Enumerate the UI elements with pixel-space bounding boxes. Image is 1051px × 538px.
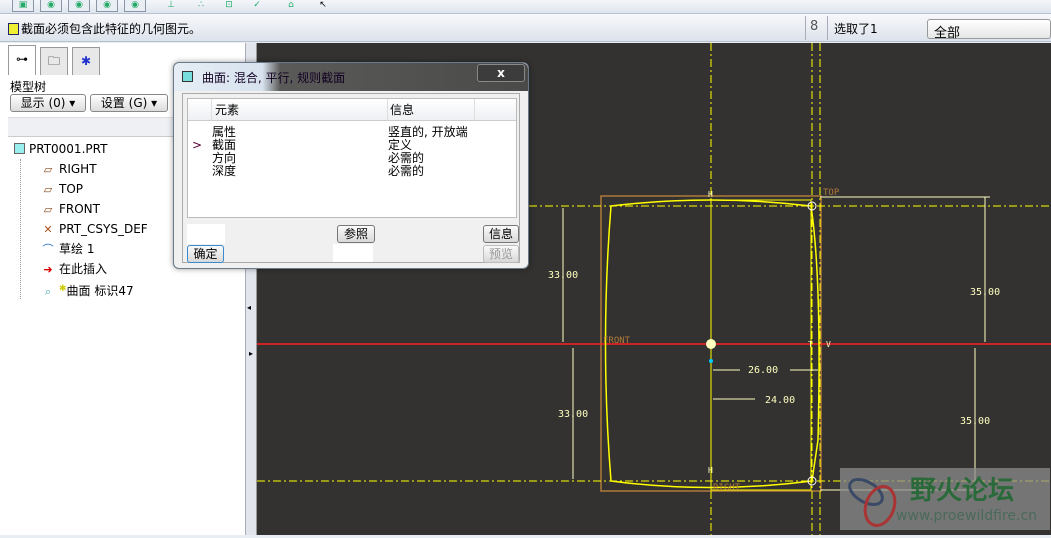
column-header-element: 元素 xyxy=(212,99,388,121)
smart-filter-icon[interactable]: 8 xyxy=(810,19,818,34)
tree-item-front[interactable]: ▱ FRONT xyxy=(41,199,148,219)
surface-icon: ⌕ xyxy=(44,285,52,298)
datum-plane-icon: ▱ xyxy=(43,163,53,176)
preview-button[interactable]: 预览 xyxy=(483,245,519,263)
inner-rectangle xyxy=(710,199,812,491)
tree-item-label: 草绘 1 xyxy=(59,242,95,256)
selection-count: 选取了1 xyxy=(834,22,878,36)
dialog-titlebar[interactable]: 曲面: 混合, 平行, 规则截面 x xyxy=(174,63,528,91)
tree-item-label: RIGHT xyxy=(59,162,97,176)
star-folder-icon: ✱ xyxy=(80,54,92,68)
origin-marker xyxy=(706,339,716,349)
watermark-logo xyxy=(848,478,897,527)
datum-plane-icon: ▱ xyxy=(43,183,53,196)
ok-button[interactable]: 确定 xyxy=(187,245,224,263)
model-tree-tab[interactable]: ⊶ xyxy=(8,45,36,75)
insert-arrow-icon: ➜ xyxy=(43,263,53,276)
constraint-label: T xyxy=(808,340,813,349)
tree-item-label: TOP xyxy=(59,182,84,196)
message-bar: 截面必须包含此特征的几何图元。 8 选取了1 xyxy=(0,14,1051,42)
watermark-url: www.proewildfire.cn xyxy=(896,508,1038,524)
model-tree: PRT0001.PRT ▱ RIGHT ▱ TOP ▱ FRONT ✕ PRT_CSYS… xyxy=(14,139,148,299)
sketch-icon: ⌒ xyxy=(42,243,54,256)
view-icon[interactable]: ◉ xyxy=(96,0,118,12)
constraint-label: V xyxy=(826,340,831,349)
tree-item-label: FRONT xyxy=(59,202,100,216)
layer-tab[interactable]: 🗀 xyxy=(40,47,68,75)
selection-filter-dropdown[interactable]: 全部 xyxy=(927,19,1051,41)
new-feature-icon: ✱ xyxy=(59,284,67,294)
view-icon[interactable]: ◉ xyxy=(40,0,62,12)
divider xyxy=(805,16,806,40)
tree-item-label: PRT_CSYS_DEF xyxy=(59,222,148,236)
settings-button[interactable]: 设置 (G) ▾ xyxy=(90,94,168,112)
show-button[interactable]: 显示 (0) ▾ xyxy=(10,94,86,112)
element-info: 必需的 xyxy=(388,164,425,178)
datum-icon[interactable]: ⊥ xyxy=(160,0,182,12)
point-icon[interactable]: ∴ xyxy=(190,0,212,12)
view-icon[interactable]: ◉ xyxy=(68,0,90,12)
constraint-label: H xyxy=(708,466,713,475)
close-button[interactable]: x xyxy=(477,64,525,82)
info-button[interactable]: 信息 xyxy=(483,225,519,243)
divider xyxy=(827,16,828,40)
expand-right-icon[interactable]: ▸ xyxy=(249,349,253,358)
tree-item-label: 曲面 标识47 xyxy=(66,284,134,298)
select-arrow-icon[interactable]: ↖ xyxy=(312,0,334,12)
dialog-title: 曲面: 混合, 平行, 规则截面 xyxy=(202,71,346,85)
folders-icon: 🗀 xyxy=(47,54,60,68)
tree-item-insert-here[interactable]: ➜ 在此插入 xyxy=(41,259,148,279)
tree-item-label: 在此插入 xyxy=(59,262,108,276)
panel-title: 模型树 xyxy=(10,80,47,94)
tree-item-csys[interactable]: ✕ PRT_CSYS_DEF xyxy=(41,219,148,239)
view-icon[interactable]: ◉ xyxy=(124,0,146,12)
dimension-label: 35.00 xyxy=(970,287,1000,298)
tree-root-label: PRT0001.PRT xyxy=(29,142,108,156)
watermark-title: 野火论坛 xyxy=(910,476,1015,506)
collapse-left-icon[interactable]: ◂ xyxy=(247,303,251,312)
favorites-tab[interactable]: ✱ xyxy=(72,47,100,75)
csys-icon: ✕ xyxy=(43,223,53,236)
blank-area xyxy=(333,244,373,262)
toolbar: ▣ ◉ ◉ ◉ ◉ ⊥ ∴ ⊡ ✓ ⌂ ↖ xyxy=(0,0,1051,14)
tree-icon: ⊶ xyxy=(16,52,28,66)
message-text: 截面必须包含此特征的几何图元。 xyxy=(21,22,202,36)
tree-item-surface[interactable]: ⌕ ✱曲面 标识47 xyxy=(41,279,148,299)
blend-feature-dialog: 曲面: 混合, 平行, 规则截面 x 元素 信息 属性 竖直的, 开放端 > 截面定… xyxy=(173,62,529,269)
constraint-label: H xyxy=(708,190,713,199)
datum-label-right: RIGHT xyxy=(713,483,741,493)
datum-plane-icon: ▱ xyxy=(43,203,53,216)
message-icon xyxy=(8,23,19,35)
blank-area xyxy=(187,224,225,244)
point-marker xyxy=(709,359,713,363)
dimension-label: 24.00 xyxy=(765,395,795,406)
dimension-label: 33.00 xyxy=(558,409,588,420)
tree-root[interactable]: PRT0001.PRT xyxy=(14,139,148,159)
column-header-info: 信息 xyxy=(388,99,475,121)
current-row-marker: > xyxy=(192,138,203,152)
tree-item-top[interactable]: ▱ TOP xyxy=(41,179,148,199)
measure-icon[interactable]: ⌂ xyxy=(280,0,302,12)
element-table: 元素 信息 属性 竖直的, 开放端 > 截面 定义 方向 必需的 深度 必需的 xyxy=(187,98,517,218)
dimension-label: 26.00 xyxy=(748,365,778,376)
sketch-icon[interactable]: ⊡ xyxy=(218,0,240,12)
column-header xyxy=(188,99,212,121)
part-icon xyxy=(14,143,25,154)
tree-item-right[interactable]: ▱ RIGHT xyxy=(41,159,148,179)
dimension-label: 35.00 xyxy=(960,416,990,427)
copy-icon[interactable]: ▣ xyxy=(12,0,34,12)
watermark: 野火论坛 www.proewildfire.cn xyxy=(840,468,1050,530)
column-header xyxy=(475,99,516,121)
references-button[interactable]: 参照 xyxy=(337,225,375,243)
datum-label-front: FRONT xyxy=(603,336,631,346)
datum-label-top: TOP xyxy=(823,188,840,198)
surface-icon xyxy=(182,71,193,82)
tree-item-sketch[interactable]: ⌒ 草绘 1 xyxy=(41,239,148,259)
element-name: 深度 xyxy=(212,164,237,178)
dimension-label: 33.00 xyxy=(548,270,578,281)
check-icon[interactable]: ✓ xyxy=(246,0,268,12)
